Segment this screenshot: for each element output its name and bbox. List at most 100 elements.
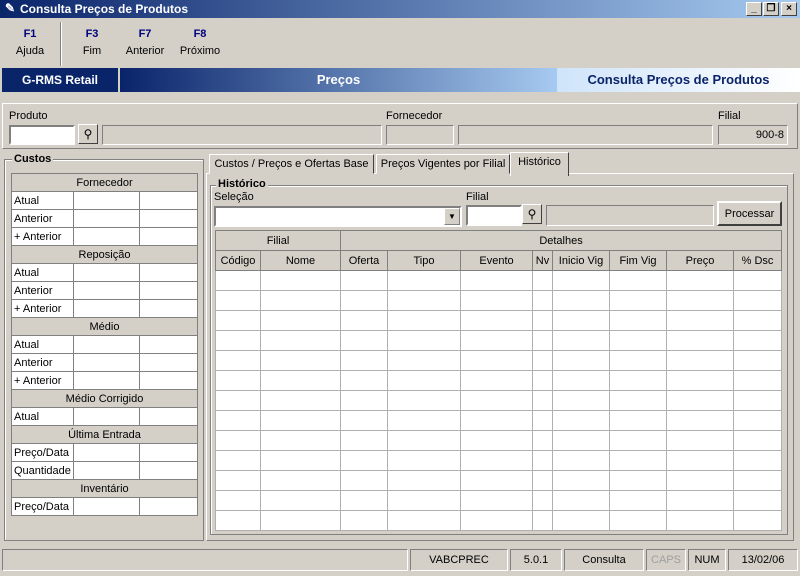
table-cell	[666, 370, 734, 391]
table-row[interactable]	[215, 410, 783, 431]
f7-key: F7	[138, 28, 152, 40]
costs-row: Atual	[11, 407, 198, 426]
table-cell	[215, 390, 261, 411]
table-cell	[340, 370, 388, 391]
costs-date-cell	[139, 353, 198, 372]
table-row[interactable]	[215, 390, 783, 411]
table-cell	[609, 470, 667, 491]
costs-date-cell	[139, 443, 198, 462]
costs-row: + Anterior	[11, 371, 198, 390]
f8-label: Próximo	[179, 45, 221, 57]
produto-input[interactable]	[9, 125, 75, 145]
costs-value-cell	[72, 281, 141, 300]
table-cell	[340, 350, 388, 371]
costs-section-header: Médio	[11, 317, 198, 336]
table-cell	[260, 310, 341, 331]
historico-filial-input[interactable]	[466, 205, 522, 226]
costs-row: Anterior	[11, 209, 198, 228]
selecao-dropdown[interactable]: ▼	[214, 206, 462, 227]
table-cell	[552, 470, 610, 491]
f7-previous-button[interactable]: F7 Anterior	[115, 28, 175, 57]
column-header[interactable]: Código	[215, 250, 261, 271]
costs-row: Atual	[11, 191, 198, 210]
table-cell	[732, 350, 783, 371]
table-row[interactable]	[215, 270, 783, 291]
costs-date-cell	[139, 461, 198, 480]
table-cell	[666, 390, 734, 411]
table-cell	[552, 330, 610, 351]
column-header[interactable]: Oferta	[340, 250, 388, 271]
costs-row-label: Anterior	[11, 281, 74, 300]
table-cell	[666, 270, 734, 291]
table-row[interactable]	[215, 290, 783, 311]
costs-row: + Anterior	[11, 299, 198, 318]
costs-row: Anterior	[11, 281, 198, 300]
table-row[interactable]	[215, 350, 783, 371]
f1-key: F1	[23, 28, 37, 40]
table-cell	[215, 330, 261, 351]
table-cell	[666, 410, 734, 431]
search-filial-binoculars-icon[interactable]: ⚲	[522, 204, 542, 224]
table-row[interactable]	[215, 370, 783, 391]
costs-row: Atual	[11, 335, 198, 354]
costs-value-cell	[72, 209, 141, 228]
table-row[interactable]	[215, 430, 783, 451]
table-cell	[260, 470, 341, 491]
selecao-label: Seleção	[214, 191, 254, 203]
table-row[interactable]	[215, 330, 783, 351]
table-cell	[732, 430, 783, 451]
table-cell	[552, 490, 610, 511]
status-message	[2, 549, 408, 571]
costs-row-label: Atual	[11, 335, 74, 354]
table-cell	[732, 450, 783, 471]
f1-help-button[interactable]: F1 Ajuda	[0, 28, 60, 57]
table-cell	[666, 450, 734, 471]
table-cell	[532, 370, 553, 391]
column-header[interactable]: Fim Vig	[609, 250, 667, 271]
table-cell	[666, 290, 734, 311]
processar-button[interactable]: Processar	[717, 201, 782, 226]
table-row[interactable]	[215, 490, 783, 511]
table-cell	[666, 350, 734, 371]
table-cell	[460, 490, 533, 511]
column-header[interactable]: Evento	[460, 250, 533, 271]
table-cell	[732, 330, 783, 351]
table-cell	[387, 510, 461, 531]
table-cell	[552, 270, 610, 291]
f3-end-button[interactable]: F3 Fim	[62, 28, 122, 57]
table-row[interactable]	[215, 450, 783, 471]
tab-historico[interactable]: Histórico	[510, 152, 569, 176]
f8-next-button[interactable]: F8 Próximo	[170, 28, 230, 57]
table-cell	[532, 510, 553, 531]
costs-row-label: Atual	[11, 191, 74, 210]
status-date: 13/02/06	[728, 549, 798, 571]
table-cell	[609, 390, 667, 411]
costs-value-cell	[72, 461, 141, 480]
table-cell	[387, 450, 461, 471]
close-button[interactable]: ×	[781, 2, 797, 16]
costs-row: Preço/Data	[11, 497, 198, 516]
brand-label: G-RMS Retail	[2, 68, 118, 92]
column-header[interactable]: Nome	[260, 250, 341, 271]
costs-date-cell	[139, 407, 198, 426]
minimize-button[interactable]: _	[746, 2, 762, 16]
column-header[interactable]: % Dsc	[732, 250, 783, 271]
column-header[interactable]: Tipo	[387, 250, 461, 271]
restore-button[interactable]: ❐	[763, 2, 779, 16]
column-header[interactable]: Preço	[666, 250, 734, 271]
column-header[interactable]: Inicio Vig	[552, 250, 610, 271]
table-cell	[340, 510, 388, 531]
f3-label: Fim	[82, 45, 102, 57]
table-row[interactable]	[215, 310, 783, 331]
filial-field: 900-8	[718, 125, 788, 145]
tab-precos-vigentes[interactable]: Preços Vigentes por Filial	[376, 154, 510, 174]
chevron-down-icon[interactable]: ▼	[444, 208, 460, 225]
tab-custos-precos-ofertas[interactable]: Custos / Preços e Ofertas Base	[209, 154, 374, 174]
table-row[interactable]	[215, 470, 783, 491]
table-row[interactable]	[215, 510, 783, 531]
historico-filial-label: Filial	[466, 191, 489, 203]
search-produto-binoculars-icon[interactable]: ⚲	[78, 124, 98, 144]
table-cell	[666, 310, 734, 331]
column-header[interactable]: Nv	[532, 250, 553, 271]
table-cell	[732, 390, 783, 411]
